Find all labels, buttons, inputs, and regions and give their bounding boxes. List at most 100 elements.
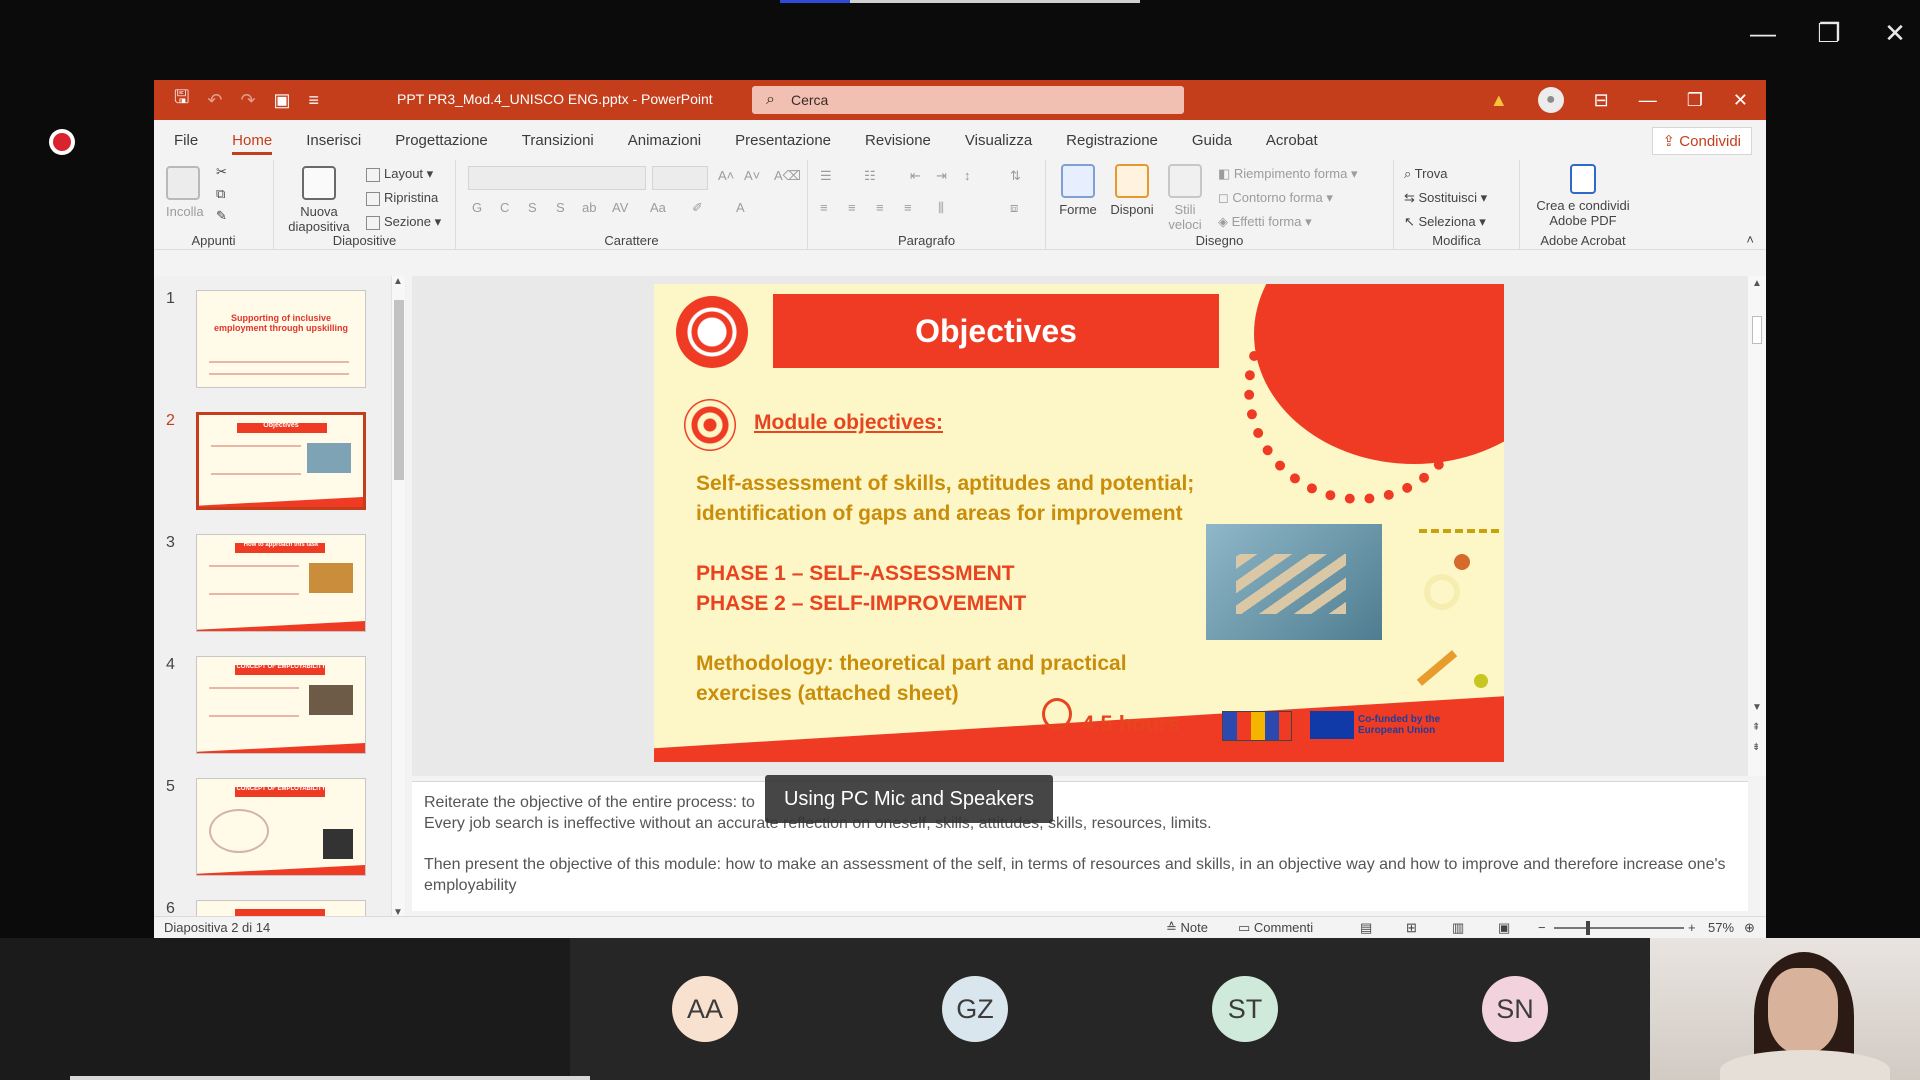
- case-button[interactable]: Aa: [650, 200, 666, 215]
- search-input[interactable]: ⌕ Cerca: [752, 86, 1184, 114]
- ppt-close-icon[interactable]: ✕: [1733, 90, 1748, 111]
- justify-icon[interactable]: ≡: [904, 200, 912, 215]
- copy-icon[interactable]: ⧉: [216, 186, 225, 202]
- text-direction-icon[interactable]: ⇅: [1010, 168, 1021, 184]
- thumbnails-scroll-handle[interactable]: [394, 300, 404, 480]
- tab-presentazione[interactable]: Presentazione: [735, 126, 831, 155]
- paste-button[interactable]: Incolla: [166, 166, 204, 219]
- font-size-field[interactable]: [652, 166, 708, 190]
- line-spacing-icon[interactable]: ↕: [964, 168, 971, 183]
- font-color-icon[interactable]: A: [736, 200, 745, 215]
- restore-icon[interactable]: ❐: [1814, 18, 1844, 49]
- thumbnail-row-5[interactable]: 5 CONCEPT OF EMPLOYABILITY: [154, 778, 394, 888]
- slide-thumbnail-1[interactable]: Supporting of inclusive employment throu…: [196, 290, 366, 388]
- editor-scroll-up-icon[interactable]: ▲: [1752, 278, 1762, 289]
- section-button[interactable]: Sezione ▾: [366, 214, 441, 230]
- clear-format-icon[interactable]: A⌫: [774, 168, 801, 184]
- tab-inserisci[interactable]: Inserisci: [306, 126, 361, 155]
- smartart-icon[interactable]: ⧈: [1010, 200, 1018, 216]
- participant-tile[interactable]: GZ: [840, 938, 1110, 1080]
- reading-view-icon[interactable]: ▥: [1452, 920, 1464, 936]
- editor-scroll-down-icon[interactable]: ▼: [1752, 702, 1762, 713]
- spacing-button[interactable]: AV: [612, 200, 628, 215]
- speaker-notes[interactable]: Reiterate the objective of the entire pr…: [412, 781, 1748, 911]
- tab-progettazione[interactable]: Progettazione: [395, 126, 488, 155]
- thumbnail-row-2[interactable]: 2 Objectives: [154, 412, 394, 522]
- current-slide[interactable]: Objectives Module objectives: Self-asses…: [654, 284, 1504, 762]
- save-icon[interactable]: 🖫: [174, 85, 189, 115]
- recording-icon[interactable]: [49, 129, 75, 155]
- align-right-icon[interactable]: ≡: [876, 200, 884, 215]
- grow-font-icon[interactable]: A˄: [718, 168, 734, 183]
- thumbnail-row-3[interactable]: 3 How to approach this task: [154, 534, 394, 644]
- align-center-icon[interactable]: ≡: [848, 200, 856, 215]
- create-pdf-button[interactable]: Crea e condividi Adobe PDF: [1528, 164, 1638, 228]
- tab-acrobat[interactable]: Acrobat: [1266, 126, 1318, 155]
- ribbon-display-icon[interactable]: ⊟: [1594, 90, 1609, 111]
- zoom-in-icon[interactable]: +: [1688, 920, 1696, 935]
- next-slide-icon[interactable]: ⇟: [1752, 742, 1760, 753]
- normal-view-icon[interactable]: ▤: [1360, 920, 1372, 936]
- previous-slide-icon[interactable]: ⇞: [1752, 722, 1760, 733]
- customize-qat-icon[interactable]: ≡: [309, 90, 320, 111]
- scroll-up-icon[interactable]: ▲: [393, 276, 403, 287]
- account-avatar-icon[interactable]: ●: [1537, 87, 1564, 113]
- highlight-icon[interactable]: ✐: [692, 200, 703, 216]
- shapes-button[interactable]: Forme: [1054, 164, 1102, 217]
- slide-thumbnail-3[interactable]: How to approach this task: [196, 534, 366, 632]
- layout-button[interactable]: Layout ▾: [366, 166, 433, 182]
- comments-button[interactable]: ▭ Commenti: [1238, 920, 1313, 936]
- select-button[interactable]: ↖ Seleziona ▾: [1404, 214, 1486, 230]
- slide-sorter-icon[interactable]: ⊞: [1406, 920, 1417, 936]
- presenter-video[interactable]: [1650, 938, 1920, 1080]
- warning-icon[interactable]: ▲: [1490, 90, 1508, 111]
- tab-visualizza[interactable]: Visualizza: [965, 126, 1032, 155]
- font-name-field[interactable]: [468, 166, 646, 190]
- shrink-font-icon[interactable]: A˅: [744, 168, 760, 183]
- numbering-icon[interactable]: ☷: [864, 168, 876, 184]
- collapse-ribbon-icon[interactable]: ˄: [1746, 232, 1754, 247]
- zoom-slider[interactable]: [1554, 927, 1684, 929]
- new-slide-button[interactable]: Nuova diapositiva: [284, 166, 354, 234]
- thumbnails-scrollbar[interactable]: ▲ ▼: [391, 276, 405, 918]
- participant-tile[interactable]: AA: [570, 938, 840, 1080]
- cut-icon[interactable]: ✂: [216, 164, 227, 180]
- editor-scrollbar[interactable]: ▲ ▼ ⇞ ⇟: [1748, 276, 1766, 776]
- increase-indent-icon[interactable]: ⇥: [936, 168, 947, 184]
- tab-revisione[interactable]: Revisione: [865, 126, 931, 155]
- minimize-icon[interactable]: —: [1748, 18, 1778, 49]
- share-button[interactable]: ⇪ Condividi: [1651, 127, 1752, 155]
- fit-slide-icon[interactable]: ⊕: [1744, 920, 1755, 936]
- tab-transizioni[interactable]: Transizioni: [522, 126, 594, 155]
- quick-styles-button[interactable]: Stili veloci: [1162, 164, 1208, 232]
- strikethrough-button[interactable]: ab: [582, 200, 596, 215]
- tab-file[interactable]: File: [174, 126, 198, 155]
- underline-button[interactable]: S: [528, 200, 537, 215]
- tab-guida[interactable]: Guida: [1192, 126, 1232, 155]
- reset-button[interactable]: Ripristina: [366, 190, 438, 206]
- columns-icon[interactable]: ⫼: [938, 200, 944, 216]
- shadow-button[interactable]: S: [556, 200, 565, 215]
- ppt-restore-icon[interactable]: ❐: [1687, 90, 1703, 111]
- slide-thumbnail-2[interactable]: Objectives: [196, 412, 366, 510]
- arrange-button[interactable]: Disponi: [1108, 164, 1156, 217]
- shape-outline-button[interactable]: ◻ Contorno forma ▾: [1218, 190, 1333, 206]
- redo-icon[interactable]: ↷: [240, 90, 255, 111]
- close-icon[interactable]: ✕: [1880, 18, 1910, 49]
- editor-scroll-handle[interactable]: [1752, 316, 1762, 344]
- find-button[interactable]: ⌕ Trova: [1404, 166, 1447, 182]
- participant-tile[interactable]: ST: [1110, 938, 1380, 1080]
- participant-tile[interactable]: SN: [1380, 938, 1650, 1080]
- ppt-minimize-icon[interactable]: —: [1639, 90, 1657, 111]
- slide-thumbnail-4[interactable]: CONCEPT OF EMPLOYABILITY: [196, 656, 366, 754]
- slideshow-icon[interactable]: ▣: [1498, 920, 1510, 936]
- format-painter-icon[interactable]: ✎: [216, 208, 227, 224]
- italic-button[interactable]: C: [500, 200, 509, 215]
- tab-animazioni[interactable]: Animazioni: [628, 126, 701, 155]
- zoom-level[interactable]: 57%: [1708, 920, 1734, 935]
- zoom-slider-thumb[interactable]: [1586, 921, 1590, 935]
- tab-registrazione[interactable]: Registrazione: [1066, 126, 1158, 155]
- present-icon[interactable]: ▣: [274, 90, 291, 111]
- align-left-icon[interactable]: ≡: [820, 200, 828, 215]
- slide-thumbnail-5[interactable]: CONCEPT OF EMPLOYABILITY: [196, 778, 366, 876]
